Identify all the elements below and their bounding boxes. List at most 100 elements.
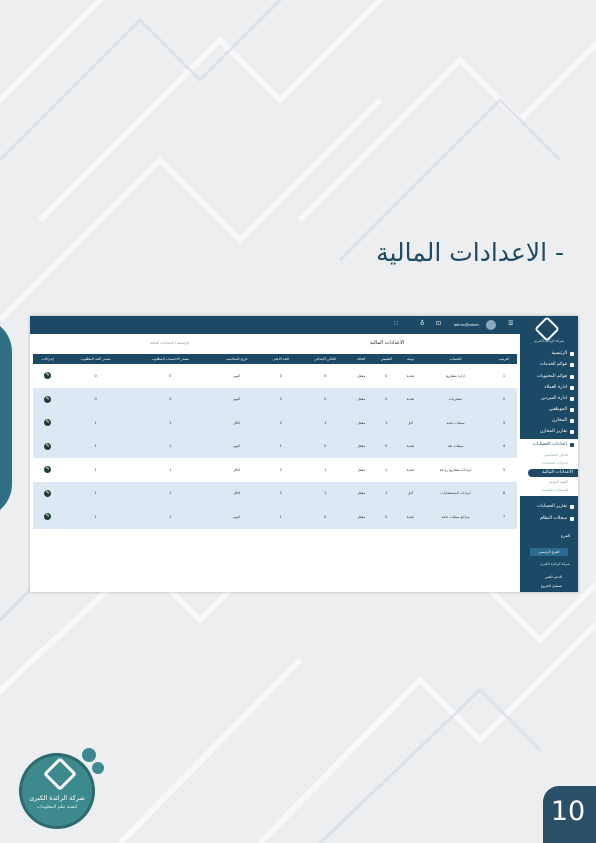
table-cell: نقدية — [406, 467, 415, 472]
table-cell: 4 — [490, 434, 517, 458]
menu-icon[interactable]: ☰ — [508, 320, 513, 327]
user-name[interactable]: admin@admin — [454, 323, 479, 327]
decorative-arc — [0, 318, 12, 518]
settings-icon — [570, 396, 574, 401]
sidebar-item-services[interactable]: قوائم الخدمات — [522, 360, 574, 369]
actions-cell: ✎ — [33, 481, 63, 505]
submenu-item-account-settings[interactable]: اعدادات الحسابات — [541, 461, 568, 465]
sidebar-item-warehouses[interactable]: المخازن — [522, 416, 574, 425]
submenu-item-closing[interactable]: الحسابات الختامية — [542, 488, 568, 492]
sidebar-item-account-settings[interactable]: اعدادات الحسابات — [522, 440, 574, 449]
edit-icon[interactable]: ✎ — [44, 489, 52, 497]
logo-icon — [534, 316, 560, 342]
table-cell: 2 — [261, 481, 300, 505]
financial-settings-table: الترتيب الحساب نوعه الطبيعي الحالة الحال… — [33, 354, 517, 529]
table-cell: ادارة مشاريع — [446, 373, 465, 378]
col-header: تاريخ المحاسب — [211, 354, 262, 364]
sidebar-item-account-reports[interactable]: تقارير الحسابات — [522, 502, 574, 511]
table-cell: 1 — [261, 434, 300, 458]
table-cell: 1 — [62, 481, 130, 505]
edit-icon[interactable]: ✎ — [44, 372, 52, 380]
table-cell: مبيعات نقد — [420, 434, 491, 458]
app-screenshot: ☰ admin@admin ⊡ ♁ ∷ شركة الرائدة الكبرى … — [30, 316, 578, 592]
table-cell: 0 — [299, 505, 351, 529]
table-cell: 1 — [324, 467, 327, 472]
sidebar-item-system-logs[interactable]: سجلات النظام — [522, 514, 574, 523]
sidebar-item-employees[interactable]: الموظفين — [522, 405, 574, 414]
table-cell: 2 — [279, 467, 282, 472]
table-cell: الكل — [211, 411, 262, 435]
page-number: 10 — [550, 796, 586, 827]
table-cell: 7 — [490, 505, 517, 529]
table-row: 4 مبيعات نقد نقدية 0 مفعل 0 1 اليوم 1 1 ✎ — [33, 434, 517, 458]
user-icon — [570, 407, 574, 412]
table-cell: 1 — [94, 467, 97, 472]
grid-icon[interactable]: ∷ — [394, 320, 398, 327]
cart-icon[interactable]: ⊡ — [436, 320, 441, 327]
table-cell: 1 — [372, 411, 401, 435]
table-cell: 0 — [94, 373, 97, 378]
sidebar-logo-text: شركة الرائدة الكبرى — [534, 339, 564, 343]
table-cell: مبيعات عامة — [420, 411, 491, 435]
sidebar: شركة الرائدة الكبرى الرئيسية قوائم الخدم… — [520, 316, 578, 592]
company-logo: شركة الرائدة الكبرى لتقنية نظم المعلومات — [20, 748, 110, 838]
edit-icon[interactable]: ✎ — [44, 466, 52, 474]
table-cell: 0 — [261, 387, 300, 411]
list-icon — [570, 362, 574, 367]
actions-cell: ✎ — [33, 458, 62, 482]
edit-icon[interactable]: ✎ — [44, 419, 52, 427]
col-header: الحد الاعلى — [261, 354, 300, 364]
logo-dot — [92, 762, 104, 774]
bell-icon[interactable]: ♁ — [420, 320, 424, 327]
submenu-item-journal[interactable]: القيود اليومية — [549, 480, 568, 484]
table-cell: 1 — [261, 505, 300, 529]
table-cell: مفعل — [350, 411, 373, 435]
logo-subtitle: لتقنية نظم المعلومات — [36, 805, 78, 810]
logo-dot — [82, 748, 96, 762]
actions-cell: ✎ — [33, 505, 63, 529]
table-cell: مشتريات — [420, 387, 491, 411]
table-cell: 0 — [372, 434, 401, 458]
home-icon — [570, 351, 574, 356]
sidebar-item-clients[interactable]: ادارة العملاء — [522, 383, 574, 392]
table-cell: 1 — [299, 411, 351, 435]
col-header: الترتيب — [490, 354, 517, 364]
actions-cell: ✎ — [33, 411, 63, 435]
company-name: شركة الرائدة الكبرى — [540, 562, 570, 566]
table-row: 1 ادارة مشاريع نقدية 0 مفعل 0 0 اليوم 0 0 ✎ — [33, 364, 517, 388]
logo-name: شركة الرائدة الكبرى — [29, 794, 85, 802]
table-cell: 1 — [169, 467, 172, 472]
col-header: الطبيعي — [372, 354, 401, 364]
table-cell: مفعل — [357, 467, 366, 472]
table-cell: ايرادات مشاريع زراعة — [439, 467, 472, 472]
table-cell: 2 — [261, 411, 300, 435]
report-icon — [570, 504, 574, 509]
logout-link[interactable]: تسجيل الخروج — [541, 584, 562, 588]
sidebar-item-contents[interactable]: قوائم المحتويات — [522, 372, 574, 381]
sidebar-item-suppliers[interactable]: ادارة المبردين — [522, 394, 574, 403]
table-cell: 1 — [129, 434, 212, 458]
col-header: مصدر الحد المطلوب — [62, 354, 130, 364]
submenu-item-financial-settings[interactable]: الاعدادات المالية — [528, 469, 578, 477]
branch-select-button[interactable]: الفرع الرئيسي — [530, 548, 568, 556]
support-link[interactable]: الدعم الفني — [545, 575, 562, 579]
table-cell: نقدية — [400, 505, 421, 529]
table-cell: مفعل — [350, 387, 373, 411]
breadcrumb[interactable]: الرئيسية / الاعدادات المالية — [150, 341, 189, 345]
edit-icon[interactable]: ✎ — [44, 395, 52, 403]
page-number-tab: 10 — [543, 786, 596, 843]
submenu-item-chart[interactable]: الدليل المحاسبي — [544, 453, 568, 457]
table-cell: 0 — [299, 434, 351, 458]
table-header-row: الترتيب الحساب نوعه الطبيعي الحالة الحال… — [33, 354, 517, 364]
avatar[interactable] — [486, 320, 496, 330]
table-cell: اليوم — [211, 387, 262, 411]
col-header: الحالي الابتدائي — [299, 354, 351, 364]
content-title: الاعدادات المالية — [370, 340, 405, 346]
table-cell: 1 — [62, 411, 130, 435]
edit-icon[interactable]: ✎ — [44, 442, 52, 450]
sidebar-item-home[interactable]: الرئيسية — [522, 349, 574, 358]
sidebar-item-warehouse-reports[interactable]: تقارير المخازن — [522, 427, 574, 436]
edit-icon[interactable]: ✎ — [44, 513, 52, 521]
table-cell: 1 — [129, 505, 212, 529]
table-cell: ايرادات المستشارات — [420, 481, 491, 505]
